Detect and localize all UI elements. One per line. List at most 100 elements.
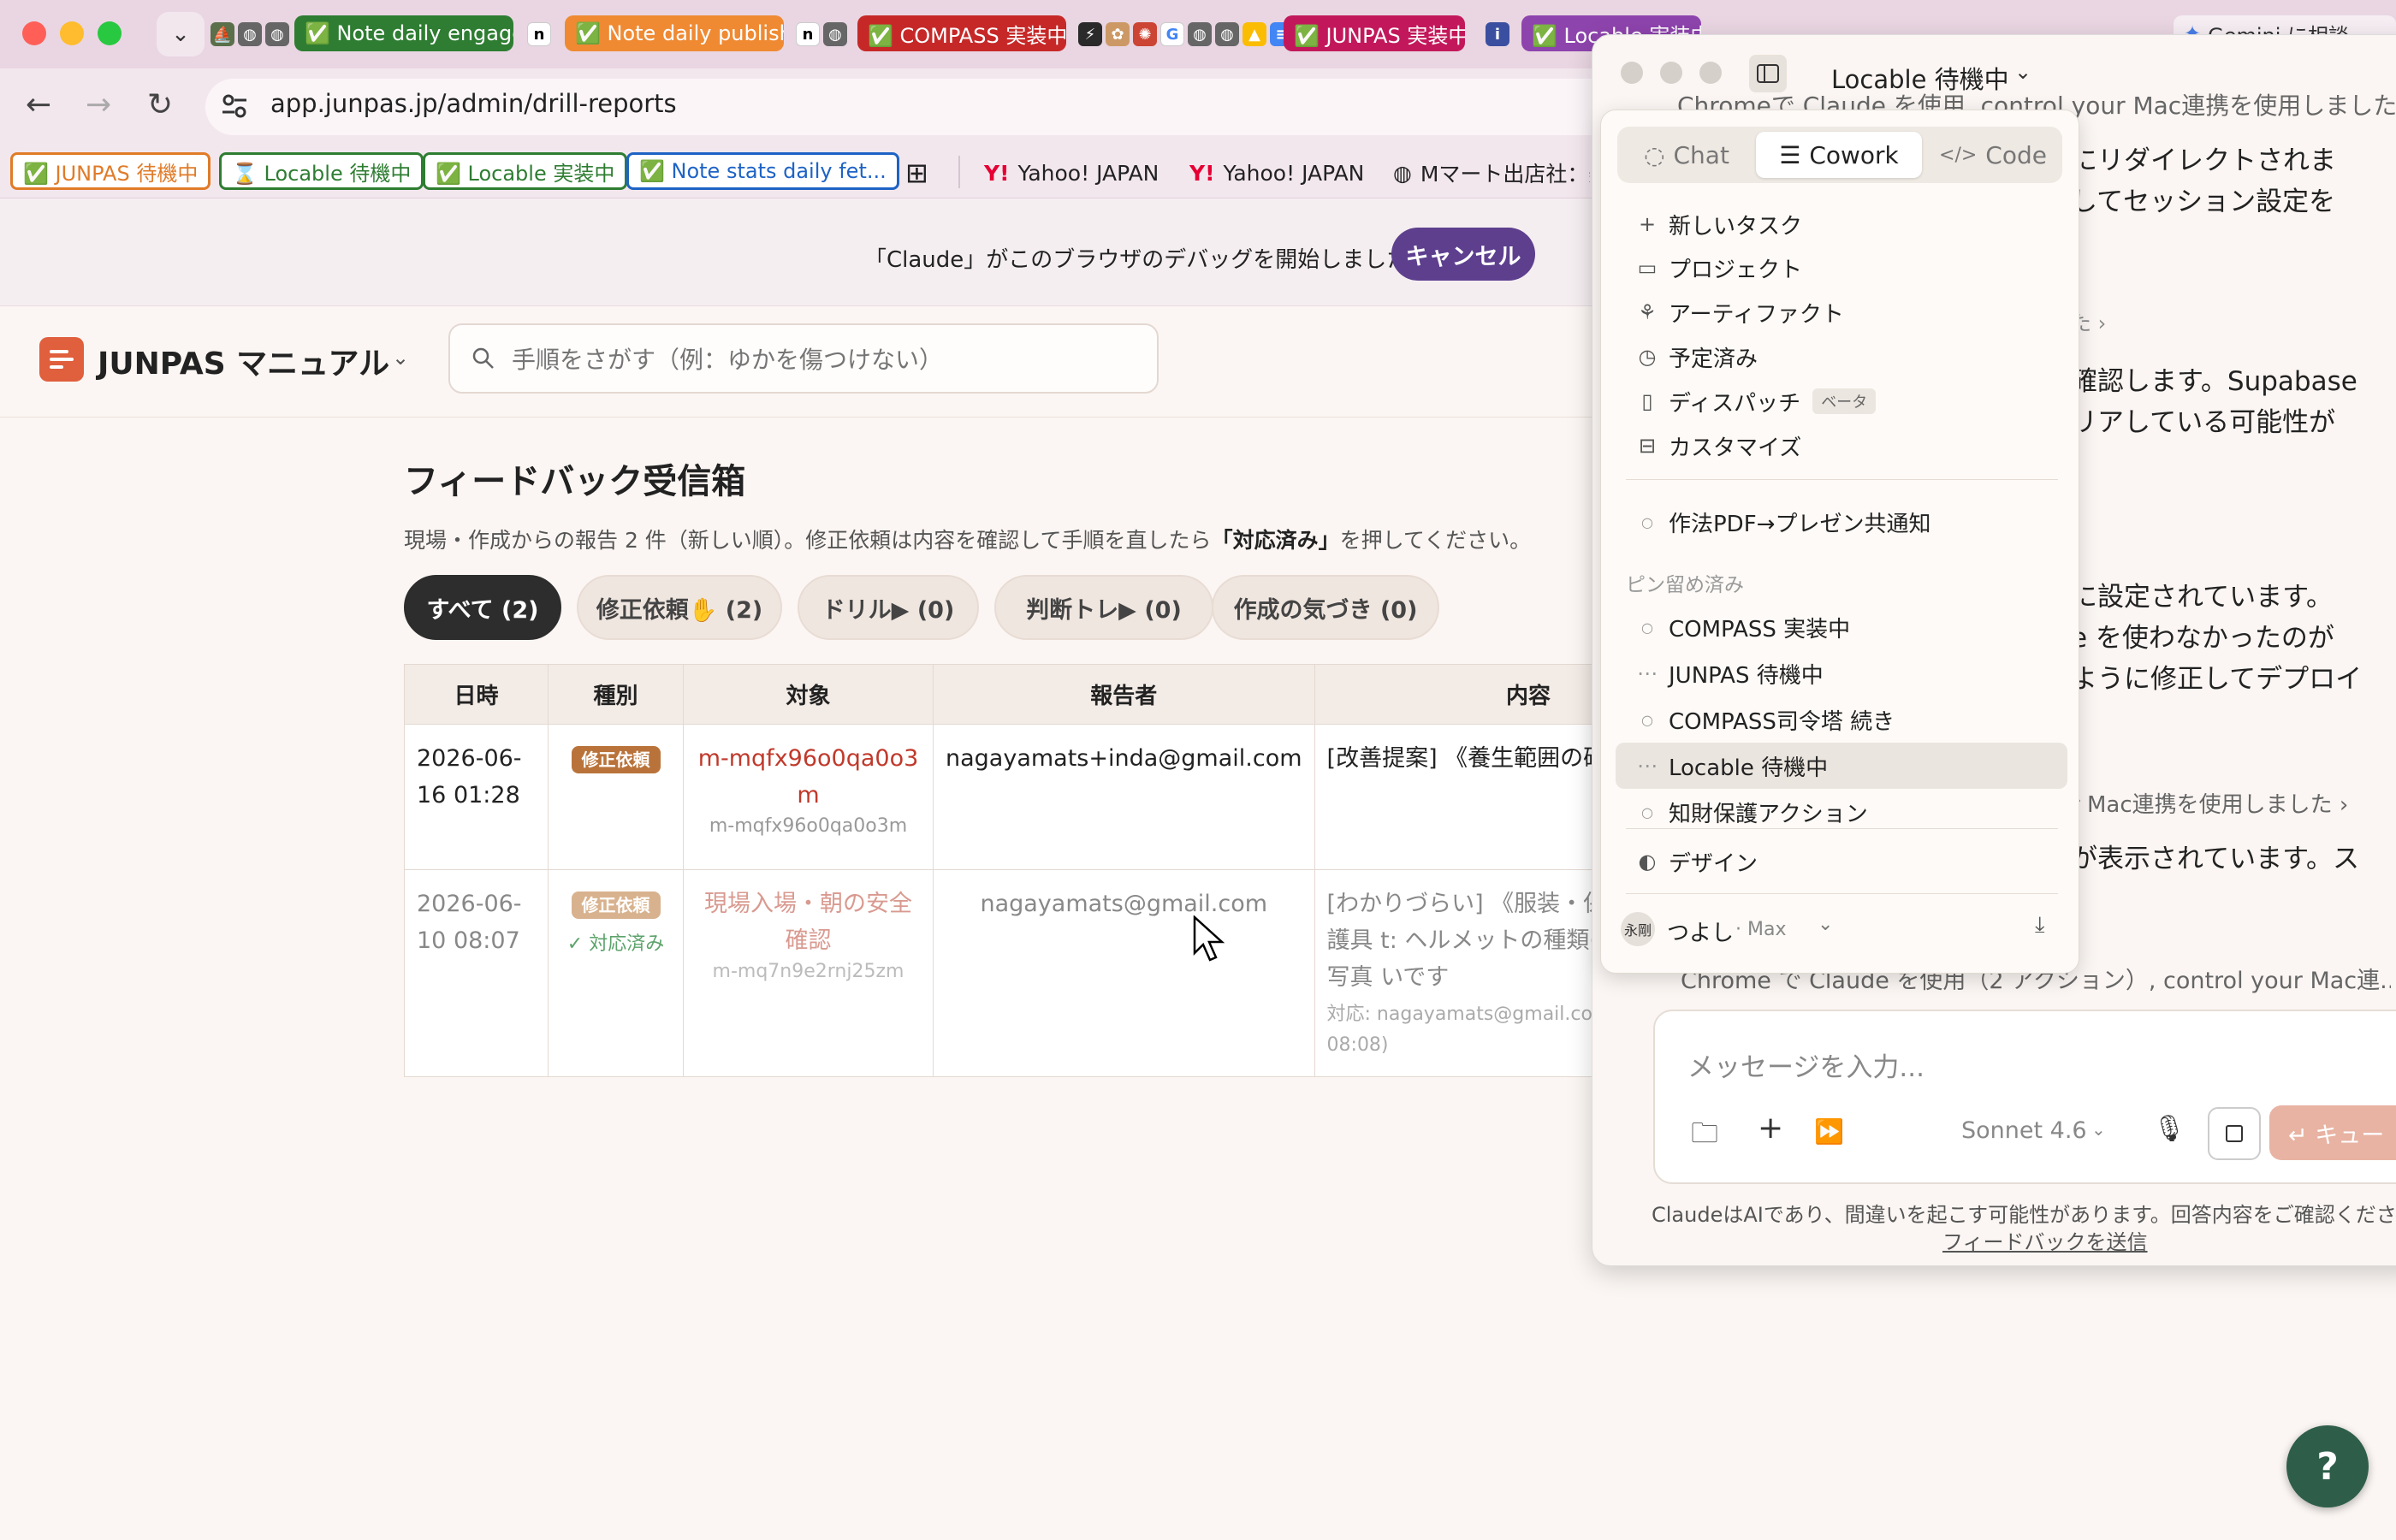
mode-chat[interactable]: ◌ Chat [1624, 132, 1749, 178]
burst-icon[interactable]: ✺ [1133, 22, 1157, 46]
filter-creation-notes[interactable]: 作成の気づき (0) [1212, 575, 1439, 640]
globe-icon[interactable]: ◍ [238, 22, 262, 46]
help-button[interactable]: ? [2286, 1425, 2369, 1507]
table-row[interactable]: 2026-06-16 01:28 修正依頼 m-mqfx96o0qa0o3m m-… [404, 724, 1743, 870]
bookmark-yahoo-2[interactable]: Y! Yahoo! JAPAN [1189, 156, 1364, 190]
zoom-window-button[interactable] [98, 21, 122, 45]
circle-icon: ○ [1641, 803, 1653, 820]
filter-judgment-training[interactable]: 判断トレ▶ (0) [994, 575, 1213, 640]
avatar[interactable]: 永剛 [1621, 912, 1655, 946]
target-link[interactable]: m-mqfx96o0qa0o3m [696, 740, 921, 814]
chevron-down-icon[interactable]: ⌄ [392, 346, 409, 370]
pinned-tab-favicons[interactable]: ⛵ ◍ ◍ [211, 19, 289, 50]
microphone-icon[interactable]: 🎙 [2153, 1114, 2185, 1144]
pinned-item-locable[interactable]: ⋯ Locable 待機中 [1616, 743, 2067, 789]
reload-icon[interactable]: ↻ [147, 87, 173, 122]
target-link[interactable]: 現場入場・朝の安全確認 [696, 886, 921, 959]
cell-target: m-mqfx96o0qa0o3m m-mqfx96o0qa0o3m [683, 724, 934, 870]
filter-fix-request[interactable]: 修正依頼✋ (2) [577, 575, 782, 640]
pinned-item-junpas[interactable]: ⋯ JUNPAS 待機中 [1616, 652, 2067, 695]
plus-icon: + [1638, 212, 1657, 236]
column-header-reporter[interactable]: 報告者 [933, 664, 1315, 725]
user-name[interactable]: つよし [1667, 915, 1734, 947]
close-window-button[interactable] [1621, 62, 1643, 84]
user-plan: · Max [1735, 919, 1787, 940]
globe-icon[interactable]: ◍ [1215, 22, 1239, 46]
column-header-type[interactable]: 種別 [548, 664, 684, 725]
url-text[interactable]: app.junpas.jp/admin/drill-reports [270, 89, 677, 118]
mode-code[interactable]: </> Code [1930, 132, 2055, 178]
back-arrow-icon[interactable]: ← [26, 87, 51, 122]
palette-icon[interactable]: ✿ [1106, 22, 1130, 46]
bookmark-yahoo-1[interactable]: Y! Yahoo! JAPAN [984, 156, 1159, 190]
fast-forward-icon[interactable]: ⏩ [1814, 1117, 1844, 1146]
close-window-button[interactable] [22, 21, 46, 45]
tab-compass-implementing[interactable]: ✅ COMPASS 実装中 [857, 15, 1066, 51]
menu-item-recent[interactable]: ○ 作法PDF→プレゼン共通知 [1616, 500, 2067, 543]
pinned-item-ip-protection[interactable]: ○ 知財保護アクション [1616, 791, 2067, 833]
column-header-target[interactable]: 対象 [683, 664, 934, 725]
bookmark-locable-implementing[interactable]: ✅ Locable 実装中 [423, 152, 628, 190]
notion-icon[interactable]: n [796, 22, 820, 46]
table-row[interactable]: 2026-06-10 08:07 修正依頼 ✓ 対応済み 現場入場・朝の安全確認 m… [404, 869, 1743, 1077]
minimize-window-button[interactable] [1660, 62, 1682, 84]
message-input[interactable]: メッセージを入力... [1687, 1045, 1925, 1084]
menu-item-new-task[interactable]: + 新しいタスク [1616, 203, 2067, 246]
zoom-window-button[interactable] [1699, 62, 1722, 84]
download-icon[interactable]: ⤓ [2035, 912, 2045, 939]
send-feedback-link[interactable]: フィードバックを送信 [1942, 1225, 2148, 1255]
sail-icon[interactable]: ⛵ [211, 22, 234, 46]
stop-button[interactable] [2208, 1107, 2261, 1160]
google-icon[interactable]: G [1160, 22, 1184, 46]
bookmark-junpas-waiting[interactable]: ✅ JUNPAS 待機中 [10, 152, 211, 190]
site-settings-icon[interactable] [221, 92, 248, 120]
menu-item-projects[interactable]: ▭ プロジェクト [1616, 246, 2067, 289]
notion-icon[interactable]: n [527, 22, 551, 46]
model-selector[interactable]: Sonnet 4.6 [1961, 1117, 2087, 1144]
attach-folder-icon[interactable]: 🗀 [1691, 1114, 1718, 1160]
chat-tool-line[interactable]: た › [2071, 306, 2396, 336]
globe-icon[interactable]: ◍ [823, 22, 847, 46]
bookmark-note-stats[interactable]: ✅ Note stats daily fet... [626, 152, 899, 190]
menu-item-dispatch[interactable]: ▯ ディスパッチ ベータ [1616, 380, 2067, 423]
menu-logo-icon[interactable] [39, 337, 84, 382]
mode-cowork[interactable]: ☰ Cowork [1756, 132, 1922, 178]
chat-text: 確認します。Supabase [2071, 366, 2357, 397]
queue-button[interactable]: ↵ キュー [2269, 1105, 2396, 1160]
tab-note-daily-publish[interactable]: ✅ Note daily publish [565, 15, 784, 51]
chevron-down-icon[interactable]: ⌄ [1818, 914, 1833, 935]
tab-search-chevron-icon[interactable]: ⌄ [157, 12, 205, 56]
bookmark-locable-waiting[interactable]: ⌛ Locable 待機中 [219, 152, 424, 190]
app-title[interactable]: JUNPAS マニュアル [98, 339, 389, 383]
column-header-date[interactable]: 日時 [404, 664, 549, 725]
chat-tool-line[interactable]: r Mac連携を使用しました › [2071, 787, 2396, 819]
ellipsis-icon: ⋯ [1637, 754, 1658, 778]
cancel-debug-button[interactable]: キャンセル [1391, 228, 1535, 281]
chevron-down-icon[interactable]: ⌄ [2091, 1119, 2106, 1140]
globe-icon[interactable]: ◍ [1188, 22, 1212, 46]
globe-icon[interactable]: ◍ [265, 22, 289, 46]
minimize-window-button[interactable] [60, 21, 84, 45]
tab-junpas-implementing[interactable]: ✅ JUNPAS 実装中 [1284, 15, 1465, 51]
bookmark-mmart[interactable]: ◍ Mマート出店社：楽 [1393, 156, 1590, 190]
bolt-icon[interactable]: ⚡ [1078, 22, 1102, 46]
menu-item-customize[interactable]: ⊟ カスタマイズ [1616, 424, 2067, 467]
info-icon[interactable]: i [1486, 22, 1509, 46]
menu-item-scheduled[interactable]: ◷ 予定済み [1616, 335, 2067, 378]
plus-icon[interactable]: + [1758, 1111, 1783, 1146]
chevron-down-icon[interactable]: ⌄ [2014, 60, 2031, 84]
apps-grid-icon[interactable]: ⊞ [905, 156, 928, 190]
search-input[interactable] [512, 342, 1145, 376]
tab-note-daily-engage[interactable]: ✅ Note daily engage [294, 15, 513, 51]
drive-icon[interactable]: ▲ [1242, 22, 1266, 46]
yahoo-icon: Y! [984, 160, 1010, 186]
pinned-item-compass-command[interactable]: ○ COMPASS司令塔 続き [1616, 698, 2067, 741]
filter-drill[interactable]: ドリル▶ (0) [798, 575, 979, 640]
menu-item-artifacts[interactable]: ⚘ アーティファクト [1616, 291, 2067, 334]
filter-all[interactable]: すべて (2) [404, 575, 561, 640]
pinned-tab-favicons[interactable]: ⚡ ✿ ✺ G ◍ ◍ ▲ ≡ [1078, 19, 1294, 50]
pinned-tab-favicons[interactable]: n ◍ [796, 19, 847, 50]
forward-arrow-icon[interactable]: → [86, 87, 111, 122]
pinned-item-compass[interactable]: ○ COMPASS 実装中 [1616, 606, 2067, 649]
menu-item-design[interactable]: ◐ デザイン [1616, 840, 2067, 883]
